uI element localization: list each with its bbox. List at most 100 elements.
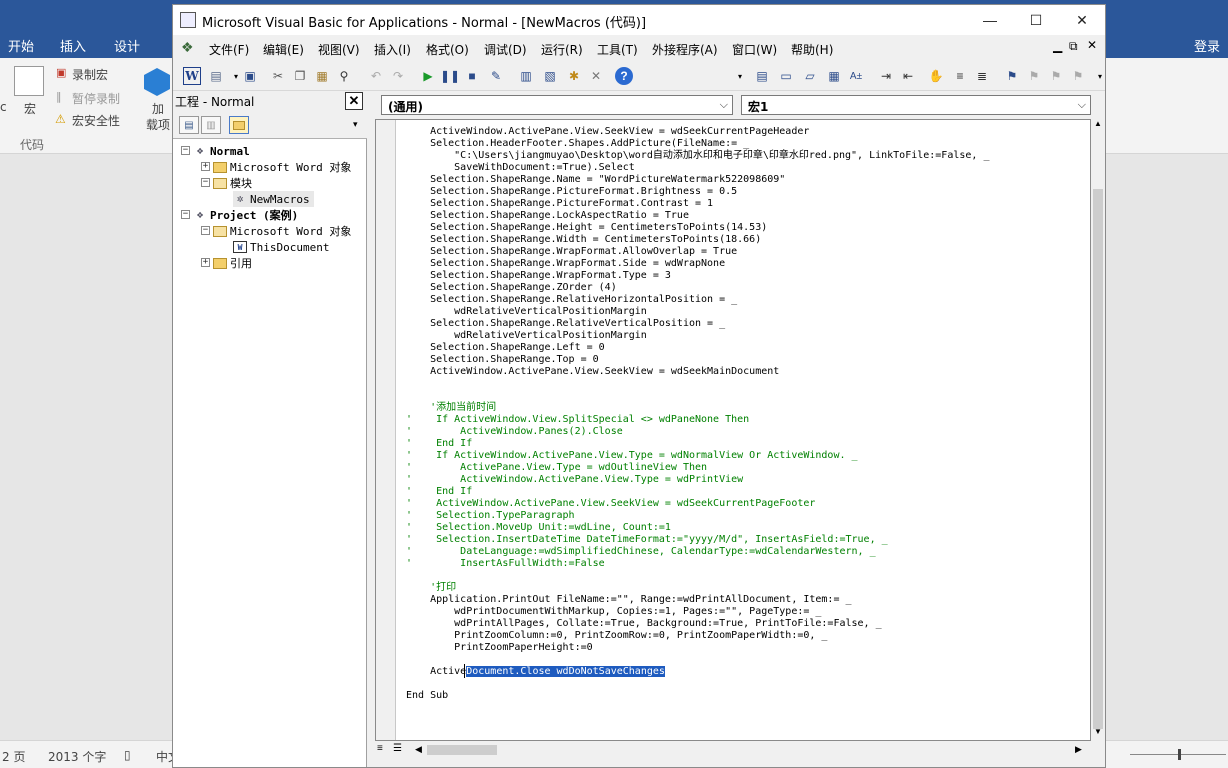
horizontal-scrollbar[interactable]: ≡ ☰ ◀ ▶ — [375, 741, 1091, 759]
addin-label-1[interactable]: 加 — [152, 100, 164, 117]
code-editor[interactable]: ActiveWindow.ActivePane.View.SeekView = … — [375, 119, 1091, 741]
parameter-info-icon[interactable]: ▦ — [825, 67, 843, 85]
indent-icon[interactable]: ⇥ — [877, 67, 895, 85]
code-line[interactable]: ' DateLanguage:=wdSimplifiedChinese, Cal… — [406, 546, 876, 558]
scroll-left-icon[interactable]: ◀ — [415, 744, 422, 755]
code-line[interactable]: ' ActiveWindow.ActivePane.View.Type = wd… — [406, 474, 743, 486]
help-icon[interactable]: ? — [615, 67, 633, 85]
pause-recording-button[interactable]: 暂停录制 — [72, 90, 120, 107]
collapse-toggle-project[interactable]: − — [181, 210, 190, 219]
code-line[interactable]: '添加当前时间 — [406, 402, 496, 414]
code-line[interactable]: ' ActivePane.View.Type = wdOutlineView T… — [406, 462, 707, 474]
project-explorer-icon[interactable]: ▥ — [517, 67, 535, 85]
previous-bookmark-icon[interactable]: ⚑ — [1047, 67, 1065, 85]
project-pane-close-button[interactable]: ✕ — [345, 92, 363, 110]
procedure-view-icon[interactable]: ≡ — [377, 743, 383, 754]
menu-addins[interactable]: 外接程序(A) — [652, 41, 718, 58]
code-line[interactable]: Selection.ShapeRange.WrapFormat.AllowOve… — [406, 246, 737, 258]
view-object-button[interactable]: ▥ — [201, 116, 221, 134]
menu-view[interactable]: 视图(V) — [318, 41, 360, 58]
uncomment-block-icon[interactable]: ≣ — [973, 67, 991, 85]
project-pane-overflow-icon[interactable]: ▾ — [353, 119, 358, 130]
comment-block-icon[interactable]: ≡ — [951, 67, 969, 85]
tree-node-newmacros[interactable]: ✲ NewMacros — [233, 191, 314, 207]
tree-node-word-objects-2[interactable]: Microsoft Word 对象 — [213, 223, 351, 239]
code-line[interactable]: ' Selection.MoveUp Unit:=wdLine, Count:=… — [406, 522, 671, 534]
code-line[interactable]: '打印 — [406, 582, 456, 594]
code-line[interactable]: ' End If — [406, 486, 472, 498]
menu-run[interactable]: 运行(R) — [541, 41, 583, 58]
code-line[interactable]: PrintZoomColumn:=0, PrintZoomRow:=0, Pri… — [406, 630, 827, 642]
tree-node-normal[interactable]: ❖ Normal — [193, 143, 250, 159]
vertical-scroll-thumb[interactable] — [1093, 189, 1103, 729]
code-line[interactable]: Selection.ShapeRange.WrapFormat.Side = w… — [406, 258, 725, 270]
toolbox-icon[interactable]: ✕ — [587, 67, 605, 85]
code-line[interactable]: Selection.ShapeRange.Name = "WordPicture… — [406, 174, 785, 186]
undo-icon[interactable]: ↶ — [367, 67, 385, 85]
code-line[interactable]: wdRelativeVerticalPositionMargin — [406, 306, 647, 318]
horizontal-scroll-thumb[interactable] — [427, 745, 497, 755]
addin-label-2[interactable]: 载项 — [146, 116, 170, 133]
code-line[interactable]: Selection.ShapeRange.Top = 0 — [406, 354, 599, 366]
quick-info-icon[interactable]: ▱ — [801, 67, 819, 85]
code-line[interactable]: ' Selection.InsertDateTime DateTimeForma… — [406, 534, 888, 546]
code-line[interactable]: Selection.ShapeRange.WrapFormat.Type = 3 — [406, 270, 671, 282]
selected-code-text[interactable]: Document.Close wdDoNotSaveChanges — [466, 666, 665, 677]
toolbar-overflow-icon[interactable]: ▾ — [731, 67, 749, 85]
vba-menu-icon[interactable]: ❖ — [181, 39, 194, 56]
menu-insert[interactable]: 插入(I) — [374, 41, 411, 58]
menu-format[interactable]: 格式(O) — [426, 41, 469, 58]
properties-icon[interactable]: ▧ — [541, 67, 559, 85]
code-line[interactable]: "C:\Users\jiangmuyao\Desktop\word自动添加水印和… — [406, 150, 989, 162]
list-properties-icon[interactable]: ▤ — [753, 67, 771, 85]
vertical-scrollbar[interactable]: ▲ ▼ — [1091, 119, 1105, 741]
run-icon[interactable]: ▶ — [419, 67, 437, 85]
toggle-breakpoint-icon[interactable]: ✋ — [927, 67, 945, 85]
code-line[interactable]: ' Selection.TypeParagraph — [406, 510, 575, 522]
full-module-view-icon[interactable]: ☰ — [393, 743, 402, 754]
code-line[interactable]: Selection.ShapeRange.RelativeHorizontalP… — [406, 294, 737, 306]
code-line[interactable]: ' If ActiveWindow.ActivePane.View.Type =… — [406, 450, 858, 462]
word-view-icon[interactable]: W — [183, 67, 201, 85]
code-line[interactable]: Selection.ShapeRange.Width = Centimeters… — [406, 234, 761, 246]
insert-userform-icon[interactable]: ▤ — [207, 67, 225, 85]
scroll-up-icon[interactable]: ▲ — [1094, 119, 1102, 128]
scroll-right-icon[interactable]: ▶ — [1075, 744, 1082, 755]
code-line[interactable]: wdPrintAllPages, Collate:=True, Backgrou… — [406, 618, 881, 630]
collapse-toggle-modules[interactable]: − — [201, 178, 210, 187]
redo-icon[interactable]: ↷ — [389, 67, 407, 85]
code-line[interactable]: ' InsertAsFullWidth:=False — [406, 558, 605, 570]
code-line[interactable]: Selection.ShapeRange.PictureFormat.Brigh… — [406, 186, 737, 198]
macros-button[interactable]: 宏 — [24, 100, 36, 117]
mdi-close-icon[interactable]: ✕ — [1087, 38, 1097, 52]
tree-node-word-objects[interactable]: Microsoft Word 对象 — [213, 159, 351, 175]
break-icon[interactable]: ❚❚ — [440, 67, 460, 85]
code-line[interactable]: Selection.ShapeRange.LockAspectRatio = T… — [406, 210, 689, 222]
toggle-folders-button[interactable] — [229, 116, 249, 134]
code-line[interactable]: SaveWithDocument:=True).Select — [406, 162, 635, 174]
code-line[interactable]: wdRelativeVerticalPositionMargin — [406, 330, 647, 342]
clear-bookmarks-icon[interactable]: ⚑ — [1069, 67, 1087, 85]
status-proof-icon[interactable]: ▯ — [124, 748, 131, 762]
mdi-minimize-icon[interactable]: ▁ — [1053, 39, 1062, 53]
code-line[interactable]: PrintZoomPaperHeight:=0 — [406, 642, 592, 654]
cut-icon[interactable]: ✂ — [269, 67, 287, 85]
login-link[interactable]: 登录 — [1194, 36, 1220, 55]
code-line[interactable]: Application.PrintOut FileName:="", Range… — [406, 594, 851, 606]
minimize-button[interactable]: — — [967, 5, 1013, 35]
code-line[interactable]: Selection.ShapeRange.PictureFormat.Contr… — [406, 198, 713, 210]
tab-design[interactable]: 设计 — [114, 36, 140, 55]
object-combo[interactable]: (通用) ⌵ — [381, 95, 733, 115]
scroll-down-icon[interactable]: ▼ — [1094, 727, 1102, 736]
procedure-combo[interactable]: 宏1 ⌵ — [741, 95, 1091, 115]
code-margin[interactable] — [376, 120, 396, 740]
code-line[interactable]: ' ActiveWindow.ActivePane.View.SeekView … — [406, 498, 815, 510]
collapse-toggle-word-objects-2[interactable]: − — [201, 226, 210, 235]
code-line[interactable]: Selection.ShapeRange.Height = Centimeter… — [406, 222, 767, 234]
view-code-button[interactable]: ▤ — [179, 116, 199, 134]
code-line[interactable]: ' If ActiveWindow.View.SplitSpecial <> w… — [406, 414, 749, 426]
copy-icon[interactable]: ❐ — [291, 67, 309, 85]
code-line[interactable]: Selection.ShapeRange.ZOrder (4) — [406, 282, 617, 294]
menu-file[interactable]: 文件(F) — [209, 41, 249, 58]
expand-toggle-references[interactable]: + — [201, 258, 210, 267]
